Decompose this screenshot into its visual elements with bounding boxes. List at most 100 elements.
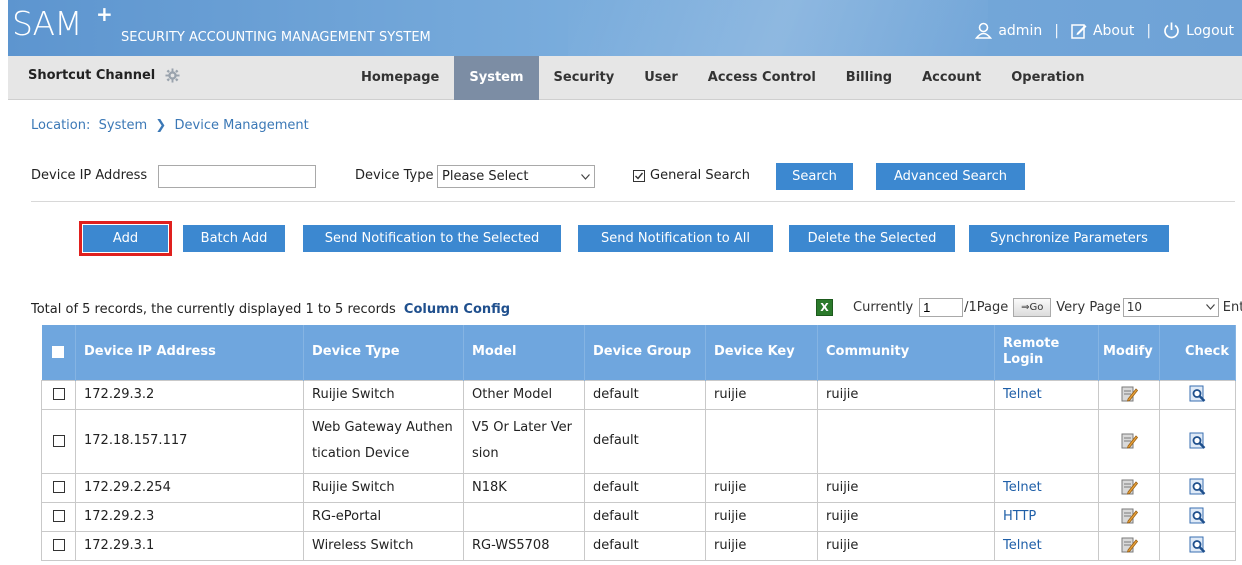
nav-item-operation[interactable]: Operation [996,56,1099,100]
row-select-cell [41,530,76,561]
cell-group: default [584,379,706,410]
magnifier-icon[interactable] [1189,478,1207,496]
sync-params-button[interactable]: Synchronize Parameters [969,225,1169,252]
cell-modify [1098,530,1160,561]
cell-modify [1098,501,1160,532]
cell-check [1159,408,1236,474]
divider [31,201,1235,202]
table-header-row: Device IP Address Device Type Model Devi… [41,325,1236,380]
cell-community: ruijie [817,379,995,410]
edit-icon[interactable] [1120,536,1138,554]
col-header-type[interactable]: Device Type [303,325,464,380]
col-header-ip[interactable]: Device IP Address [75,325,304,380]
cell-remote: HTTP [994,501,1099,532]
nav-item-system[interactable]: System [454,56,539,100]
device-table: Device IP Address Device Type Model Devi… [41,325,1236,561]
magnifier-icon[interactable] [1189,432,1207,450]
row-checkbox[interactable] [52,434,65,447]
ip-label: Device IP Address [31,168,148,183]
remote-login-link[interactable]: HTTP [1003,509,1036,524]
cell-community: ruijie [817,501,995,532]
user-link[interactable]: admin [975,22,1042,39]
col-header-community[interactable]: Community [817,325,995,380]
table-row: 172.29.3.1 Wireless Switch RG-WS5708 def… [41,530,1236,561]
batch-add-button[interactable]: Batch Add [183,225,285,252]
search-button[interactable]: Search [776,163,853,190]
nav-item-account[interactable]: Account [907,56,996,100]
nav-item-security[interactable]: Security [539,56,630,100]
col-header-group[interactable]: Device Group [584,325,706,380]
general-search-label: General Search [650,168,751,183]
cell-type: Wireless Switch [303,530,464,561]
magnifier-icon[interactable] [1189,507,1207,525]
row-checkbox[interactable] [52,388,65,400]
cell-remote: Telnet [994,379,1099,410]
add-button[interactable]: Add [83,225,168,252]
edit-icon[interactable] [1120,507,1138,525]
chevron-down-icon [581,173,590,180]
remote-login-link[interactable]: Telnet [1003,387,1042,402]
nav-item-homepage[interactable]: Homepage [346,56,454,100]
cell-remote: Telnet [994,472,1099,503]
device-type-select[interactable]: Please Select [437,165,595,188]
cell-type: Ruijie Switch [303,379,464,410]
nav-item-access-control[interactable]: Access Control [693,56,831,100]
col-header-key[interactable]: Device Key [705,325,818,380]
magnifier-icon[interactable] [1189,385,1207,403]
currently-label: Currently [853,299,914,315]
top-sep-2: | [1146,22,1152,39]
notify-selected-button[interactable]: Send Notification to the Selected [303,225,561,252]
row-checkbox[interactable] [52,481,65,493]
shortcut-channel[interactable]: Shortcut Channel [28,68,180,83]
advanced-search-button[interactable]: Advanced Search [876,163,1025,190]
cell-remote: Telnet [994,530,1099,561]
top-sep-1: | [1054,22,1059,39]
cell-ip: 172.29.2.254 [75,472,304,503]
column-config-link[interactable]: Column Config [404,302,510,317]
cell-key [705,408,818,474]
gear-icon[interactable] [165,68,180,83]
col-header-model[interactable]: Model [463,325,585,380]
delete-selected-button[interactable]: Delete the Selected [789,225,955,252]
cell-model: RG-WS5708 [463,530,585,561]
app-frame: SAM + SECURITY ACCOUNTING MANAGEMENT SYS… [8,0,1242,565]
cell-key: ruijie [705,530,818,561]
table-row: 172.29.3.2 Ruijie Switch Other Model def… [41,379,1236,410]
page-size-select[interactable]: 10 [1122,297,1219,317]
breadcrumb: Location: System ❯ Device Management [31,118,309,133]
cell-community: ruijie [817,472,995,503]
ip-address-input[interactable] [158,165,316,188]
search-form: Device IP Address Device Type Please Sel… [31,163,1231,190]
magnifier-icon[interactable] [1189,536,1207,554]
logout-link[interactable]: Logout [1163,22,1234,39]
page-number-input[interactable] [919,297,964,317]
logo-plus-text: + [96,2,113,26]
device-type-label: Device Type [355,168,434,183]
row-checkbox[interactable] [52,539,65,551]
records-summary-text: Total of 5 records, the currently displa… [31,302,396,317]
cell-modify [1098,379,1160,410]
remote-login-link[interactable]: Telnet [1003,480,1042,495]
cell-group: default [584,408,706,474]
notify-all-button[interactable]: Send Notification to All [578,225,773,252]
edit-icon[interactable] [1120,432,1138,450]
row-select-cell [41,408,76,474]
general-search-toggle[interactable]: General Search [633,168,750,183]
checkbox-checked-icon[interactable] [633,169,645,182]
row-checkbox[interactable] [52,510,65,522]
very-page-label: Very Page [1056,299,1121,315]
logout-label: Logout [1186,22,1234,39]
about-link[interactable]: About [1071,23,1134,39]
remote-login-link[interactable]: Telnet [1003,538,1042,553]
select-all-checkbox[interactable] [52,345,65,358]
nav-item-billing[interactable]: Billing [831,56,907,100]
col-header-remote[interactable]: Remote Login [994,325,1099,380]
logo-subtitle: SECURITY ACCOUNTING MANAGEMENT SYSTEM [121,30,431,45]
chevron-down-icon [1205,304,1215,310]
nav-item-user[interactable]: User [629,56,693,100]
excel-icon[interactable]: X [816,298,833,316]
edit-icon[interactable] [1120,385,1138,403]
go-button[interactable]: ⇒Go [1013,297,1052,317]
pagination: X Currently /1Page ⇒Go Very Page 10 Entr… [816,296,1242,318]
edit-icon[interactable] [1120,478,1138,496]
